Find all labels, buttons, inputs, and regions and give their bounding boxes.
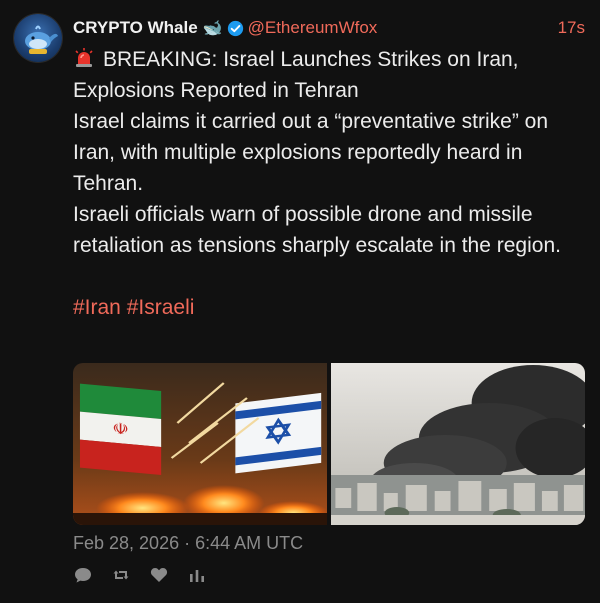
post-headline-line: BREAKING: Israel Launches Strikes on Ira… <box>73 44 587 106</box>
reply-icon[interactable] <box>73 565 93 585</box>
user-handle[interactable]: @EthereumWfox <box>248 18 378 38</box>
repost-icon[interactable] <box>111 565 131 585</box>
post-paragraph-1: Israel claims it carried out a “preventa… <box>73 110 549 195</box>
display-name[interactable]: CRYPTO Whale <box>73 18 198 38</box>
rotating-light-icon <box>73 47 95 69</box>
heart-icon[interactable] <box>149 565 169 585</box>
whale-emoji: 🐋 <box>202 20 223 37</box>
media-image-smoke[interactable] <box>331 363 585 525</box>
post-timestamp[interactable]: Feb 28, 2026 · 6:44 AM UTC <box>73 533 303 554</box>
post-time-ago[interactable]: 17s <box>558 18 587 38</box>
stats-icon[interactable] <box>187 565 207 585</box>
svg-text:☫: ☫ <box>112 420 129 440</box>
post-paragraph-2: Israeli officials warn of possible drone… <box>73 203 561 257</box>
media-image-flags[interactable]: ☫ <box>73 363 327 525</box>
post-content: CRYPTO Whale 🐋 @EthereumWfox 17s BREAKIN… <box>73 14 587 323</box>
post-headline: BREAKING: Israel Launches Strikes on Ira… <box>73 48 519 102</box>
hashtag-iran[interactable]: #Iran <box>73 296 121 319</box>
verified-badge-icon <box>227 20 244 37</box>
media-gallery: ☫ <box>73 363 585 525</box>
hashtag-israeli[interactable]: #Israeli <box>127 296 195 319</box>
whale-avatar-icon <box>25 25 58 54</box>
hashtag-list: #Iran #Israeli <box>73 292 587 323</box>
post-body: BREAKING: Israel Launches Strikes on Ira… <box>73 44 587 261</box>
post-actions <box>73 565 207 585</box>
avatar[interactable] <box>14 14 62 62</box>
post-header: CRYPTO Whale 🐋 @EthereumWfox 17s <box>73 14 587 42</box>
